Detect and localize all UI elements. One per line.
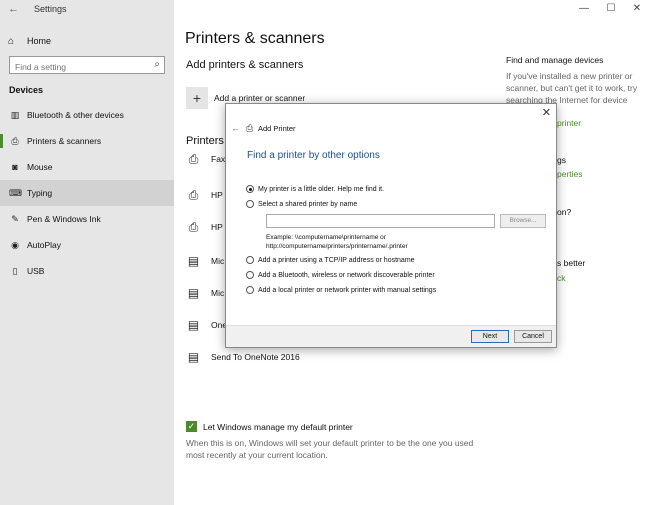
printer-item[interactable]: ▤ Send To OneNote 2016 bbox=[186, 347, 436, 367]
autoplay-icon: ◉ bbox=[11, 239, 19, 250]
search-icon[interactable]: ⌕ bbox=[154, 59, 160, 70]
sidebar-item-typing[interactable]: ⌨ Typing bbox=[0, 180, 174, 206]
sidebar-item-label: Mouse bbox=[27, 162, 53, 172]
default-printer-checkbox[interactable]: ✓ bbox=[186, 421, 197, 432]
pen-icon: ✎ bbox=[11, 213, 19, 224]
nav-home-label: Home bbox=[27, 36, 52, 46]
printer-name: Mic bbox=[211, 288, 225, 298]
page-title: Printers & scanners bbox=[185, 30, 325, 47]
radio-button-selected[interactable] bbox=[246, 185, 254, 193]
default-printer-description: When this is on, Windows will set your d… bbox=[186, 438, 474, 460]
sidebar-item-printers-scanners[interactable]: ⎙ Printers & scanners bbox=[0, 128, 174, 154]
printer-icon: ⎙ bbox=[188, 187, 199, 202]
shared-printer-input[interactable] bbox=[266, 214, 495, 228]
sidebar-item-label: Printers & scanners bbox=[27, 136, 102, 146]
option-shared-printer[interactable]: Select a shared printer by name bbox=[246, 200, 357, 208]
sidebar-item-pen-windows-ink[interactable]: ✎ Pen & Windows Ink bbox=[0, 206, 174, 232]
search-input[interactable] bbox=[10, 59, 140, 75]
related-properties-link[interactable]: perties bbox=[557, 169, 583, 179]
sidebar-item-usb[interactable]: ▯ USB bbox=[0, 258, 174, 284]
sidebar-item-label: USB bbox=[27, 266, 45, 276]
option-tcpip-printer[interactable]: Add a printer using a TCP/IP address or … bbox=[246, 256, 415, 264]
nav-list: ▥ Bluetooth & other devices ⎙ Printers & sc… bbox=[0, 102, 174, 284]
document-printer-icon: ▤ bbox=[187, 286, 200, 300]
option-bluetooth-printer[interactable]: Add a Bluetooth, wireless or network dis… bbox=[246, 271, 435, 279]
back-arrow-icon[interactable]: ← bbox=[8, 3, 19, 15]
document-printer-icon: ▤ bbox=[187, 254, 200, 268]
sidebar-item-label: Typing bbox=[27, 188, 53, 198]
dialog-footer: Next Cancel bbox=[226, 325, 556, 347]
related-question-fragment: on? bbox=[557, 207, 572, 217]
sidebar-item-label: Pen & Windows Ink bbox=[27, 214, 101, 224]
sidebar-item-bluetooth-other-devices[interactable]: ▥ Bluetooth & other devices bbox=[0, 102, 174, 128]
document-printer-icon: ▤ bbox=[187, 350, 200, 364]
printers-heading: Printers bbox=[186, 135, 224, 147]
dialog-printer-icon: ⎙ bbox=[246, 123, 254, 133]
app-title: Settings bbox=[34, 4, 67, 14]
radio-button[interactable] bbox=[246, 286, 254, 294]
usb-icon: ▯ bbox=[12, 265, 18, 276]
related-feedback-link[interactable]: ck bbox=[557, 273, 566, 283]
sidebar: ⌂ Home ⌕ Devices ▥ Bluetooth & other devi… bbox=[0, 0, 174, 505]
sidebar-item-label: AutoPlay bbox=[27, 240, 62, 250]
bluetooth-icon: ▥ bbox=[10, 109, 20, 120]
printer-name: HP bbox=[211, 222, 223, 232]
nav-home[interactable]: ⌂ Home bbox=[8, 34, 51, 48]
radio-button[interactable] bbox=[246, 271, 254, 279]
default-printer-label: Let Windows manage my default printer bbox=[203, 421, 353, 432]
document-printer-icon: ▤ bbox=[187, 318, 200, 332]
printer-icon: ⎙ bbox=[11, 135, 19, 146]
dialog-title: Add Printer bbox=[258, 124, 296, 133]
next-button[interactable]: Next bbox=[471, 330, 509, 343]
option-local-printer[interactable]: Add a local printer or network printer w… bbox=[246, 286, 436, 294]
printer-name: Send To OneNote 2016 bbox=[211, 352, 300, 362]
related-better-fragment: s better bbox=[557, 258, 586, 268]
printer-name: Mic bbox=[211, 256, 225, 266]
printer-icon: ⎙ bbox=[188, 151, 199, 166]
example-line-2: http://computername/printers/printername… bbox=[266, 243, 408, 250]
option-label: Add a Bluetooth, wireless or network dis… bbox=[258, 271, 435, 279]
search-box[interactable]: ⌕ bbox=[9, 56, 165, 75]
dialog-back-icon[interactable]: ← bbox=[231, 123, 240, 133]
related-text: If you've installed a new printer or sca… bbox=[506, 71, 638, 105]
dialog-heading: Find a printer by other options bbox=[247, 150, 380, 161]
devices-heading: Devices bbox=[9, 85, 44, 95]
mouse-icon: ◙ bbox=[12, 162, 18, 172]
printer-icon: ⎙ bbox=[188, 219, 199, 234]
default-printer-checkbox-row[interactable]: ✓ Let Windows manage my default printer bbox=[186, 421, 353, 432]
printer-name: Fax bbox=[211, 154, 226, 164]
radio-button[interactable] bbox=[246, 200, 254, 208]
dialog-close-button[interactable]: ✕ bbox=[542, 106, 551, 119]
option-label: Select a shared printer by name bbox=[258, 200, 358, 208]
add-printer-label: Add a printer or scanner bbox=[214, 93, 306, 103]
keyboard-icon: ⌨ bbox=[9, 187, 22, 198]
add-printer-dialog: ✕ ← ⎙ Add Printer Find a printer by othe… bbox=[225, 103, 557, 348]
plus-icon: + bbox=[186, 87, 208, 109]
add-printers-heading: Add printers & scanners bbox=[186, 59, 304, 71]
option-label: My printer is a little older. Help me fi… bbox=[258, 185, 385, 193]
home-icon: ⌂ bbox=[8, 35, 15, 47]
sidebar-item-label: Bluetooth & other devices bbox=[27, 110, 124, 120]
related-settings-fragment: gs bbox=[557, 155, 566, 165]
related-printer-link[interactable]: printer bbox=[557, 118, 581, 128]
example-line-1: Example: \\computername\printername or bbox=[266, 234, 386, 241]
related-heading: Find and manage devices bbox=[506, 55, 604, 65]
option-label: Add a printer using a TCP/IP address or … bbox=[258, 256, 415, 264]
sidebar-item-autoplay[interactable]: ◉ AutoPlay bbox=[0, 232, 174, 258]
printer-name: HP bbox=[211, 190, 223, 200]
browse-button[interactable]: Browse... bbox=[500, 214, 546, 228]
option-older-printer[interactable]: My printer is a little older. Help me fi… bbox=[246, 185, 384, 193]
cancel-button[interactable]: Cancel bbox=[514, 330, 552, 343]
radio-button[interactable] bbox=[246, 256, 254, 264]
example-text: Example: \\computername\printername or h… bbox=[266, 233, 408, 251]
option-label: Add a local printer or network printer w… bbox=[258, 286, 437, 294]
sidebar-item-mouse[interactable]: ◙ Mouse bbox=[0, 154, 174, 180]
